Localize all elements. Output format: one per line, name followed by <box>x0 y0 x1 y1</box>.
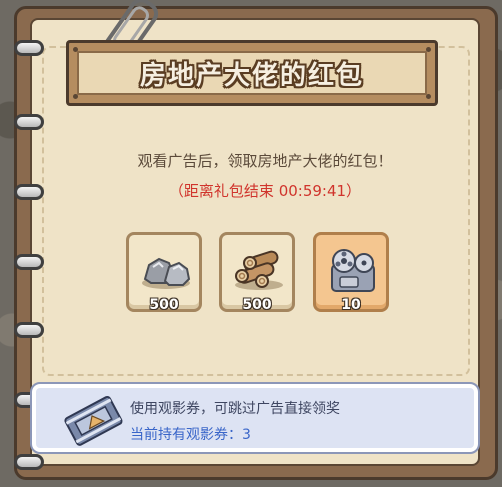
countdown-timer: （距离礼包结束 00:59:41） <box>168 182 362 200</box>
film-reel-icon <box>331 249 375 292</box>
reward-slot-stone[interactable]: 500 <box>126 232 202 313</box>
title-banner-inner: 房地产大佬的红包 <box>77 51 427 95</box>
binder-ring <box>14 454 44 470</box>
binder-ring <box>14 114 44 130</box>
dialog-title: 房地产大佬的红包 <box>139 60 364 91</box>
ticket-count: 当前持有观影券：3 <box>130 427 251 443</box>
binder-ring <box>14 254 44 270</box>
reward-slot-wood[interactable]: 500 <box>219 232 295 313</box>
film-ticket-icon <box>64 395 123 446</box>
binder-ring <box>14 184 44 200</box>
title-banner: 房地产大佬的红包 <box>66 40 438 106</box>
binder-ring <box>14 40 44 56</box>
reward-quantity: 500 <box>149 297 179 313</box>
ticket-description: 使用观影券，可跳过广告直接领奖 <box>130 401 340 417</box>
reward-quantity: 500 <box>242 297 272 313</box>
reward-quantity: 10 <box>341 297 361 313</box>
stone-icon <box>142 257 191 289</box>
reward-slot-film[interactable]: 10 <box>313 232 389 313</box>
wood-logs-icon <box>235 250 283 290</box>
dialog-description: 观看广告后，领取房地产大佬的红包！ <box>137 152 393 170</box>
skip-ad-ticket-button[interactable]: 使用观影券，可跳过广告直接领奖 当前持有观影券：3 <box>30 382 480 454</box>
binder-ring <box>14 322 44 338</box>
